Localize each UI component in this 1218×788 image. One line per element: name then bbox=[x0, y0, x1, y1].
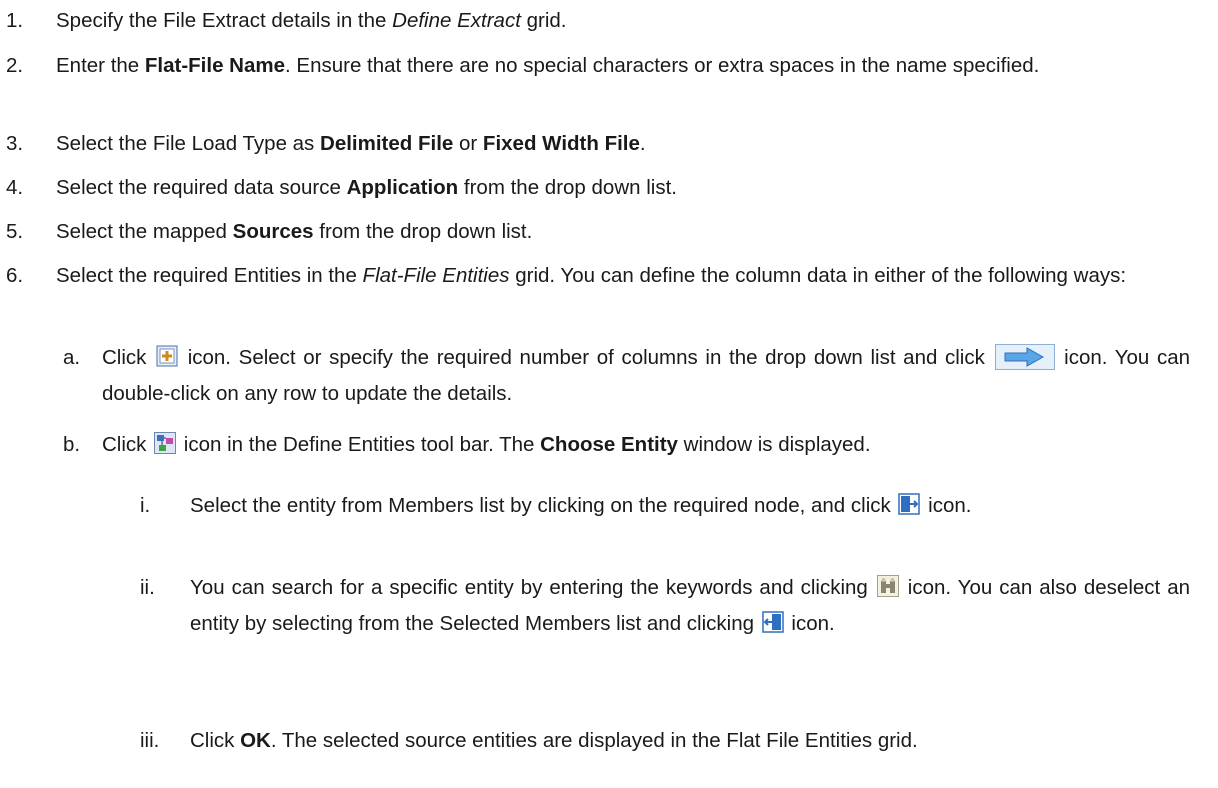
deselect-member-icon[interactable] bbox=[761, 611, 784, 633]
substep-text: Click icon in the Define Entities tool b… bbox=[102, 432, 871, 456]
substep-text: Click icon. Select or specify the requir… bbox=[102, 344, 1191, 405]
step-text: Enter the Flat-File Name. Ensure that th… bbox=[56, 54, 1040, 77]
substep-roman: i. bbox=[140, 494, 151, 517]
step-text: Specify the File Extract details in the … bbox=[56, 9, 567, 32]
step-number: 6. bbox=[6, 264, 24, 287]
step-number: 4. bbox=[6, 176, 24, 199]
step-number: 2. bbox=[6, 54, 24, 77]
step-text: Select the required data source Applicat… bbox=[56, 176, 677, 199]
search-icon[interactable] bbox=[876, 575, 899, 597]
choose-entity-icon[interactable] bbox=[154, 432, 177, 454]
arrow-right-icon[interactable] bbox=[994, 344, 1055, 370]
substep-roman: iii. bbox=[140, 729, 160, 752]
substep-roman: ii. bbox=[140, 576, 155, 599]
step-number: 1. bbox=[6, 9, 24, 32]
substep-text: Click OK. The selected source entities a… bbox=[190, 729, 918, 752]
substep-text: You can search for a specific entity by … bbox=[190, 575, 1190, 635]
step-number: 5. bbox=[6, 220, 24, 243]
step-text: Select the File Load Type as Delimited F… bbox=[56, 132, 646, 155]
substep-letter: b. bbox=[63, 433, 81, 456]
step-text: Select the mapped Sources from the drop … bbox=[56, 220, 533, 243]
select-member-icon[interactable] bbox=[898, 493, 921, 515]
substep-letter: a. bbox=[63, 346, 81, 369]
step-text: Select the required Entities in the Flat… bbox=[56, 264, 1127, 287]
substep-text: Select the entity from Members list by c… bbox=[190, 493, 972, 517]
add-columns-icon[interactable] bbox=[156, 345, 178, 367]
step-number: 3. bbox=[6, 132, 24, 155]
document-page: 1. Specify the File Extract details in t… bbox=[0, 0, 1218, 788]
